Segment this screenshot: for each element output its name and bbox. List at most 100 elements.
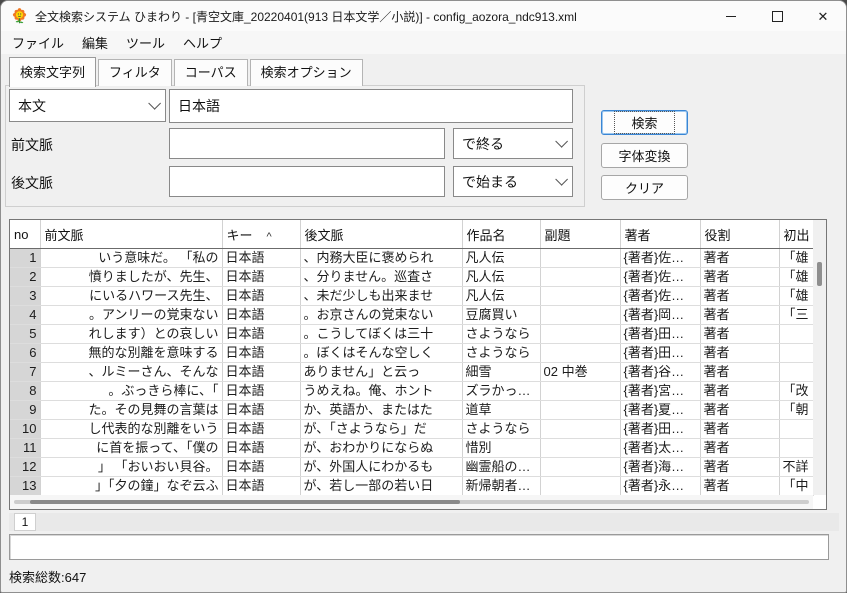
col-header-work-title[interactable]: 作品名 — [462, 220, 540, 249]
col-header-no[interactable]: no — [10, 220, 40, 249]
table-cell[interactable]: 凡人伝 — [462, 268, 540, 287]
table-cell[interactable] — [540, 401, 620, 420]
next-context-mode-select[interactable]: で始まる — [453, 166, 573, 197]
row-number-cell[interactable]: 3 — [10, 287, 40, 306]
table-cell[interactable] — [540, 306, 620, 325]
col-header-key[interactable]: キー^ — [222, 220, 300, 249]
table-cell[interactable]: 著者 — [700, 439, 779, 458]
table-cell[interactable]: {著者}谷… — [620, 363, 700, 382]
table-cell[interactable]: {著者}田… — [620, 420, 700, 439]
table-cell[interactable]: さようなら — [462, 420, 540, 439]
glyph-convert-button[interactable]: 字体変換 — [601, 143, 688, 168]
table-cell[interactable] — [540, 458, 620, 477]
table-cell[interactable]: 憤りましたが、先生、 — [40, 268, 222, 287]
table-cell[interactable]: {著者}太… — [620, 439, 700, 458]
tab-search-options[interactable]: 検索オプション — [250, 59, 363, 86]
close-button[interactable]: ✕ — [800, 1, 846, 31]
table-cell[interactable]: が、若し一部の若い日 — [300, 477, 462, 496]
horizontal-scrollbar[interactable] — [10, 495, 813, 509]
table-cell[interactable] — [540, 344, 620, 363]
row-number-cell[interactable]: 4 — [10, 306, 40, 325]
row-number-cell[interactable]: 2 — [10, 268, 40, 287]
table-cell[interactable]: 日本語 — [222, 420, 300, 439]
table-cell[interactable]: 著者 — [700, 306, 779, 325]
table-cell[interactable]: 細雪 — [462, 363, 540, 382]
table-cell[interactable]: が、おわかりにならぬ — [300, 439, 462, 458]
table-cell[interactable]: 日本語 — [222, 477, 300, 496]
table-cell[interactable]: 、分りません。巡査さ — [300, 268, 462, 287]
menu-file[interactable]: ファイル — [3, 31, 73, 54]
table-cell[interactable]: 著者 — [700, 458, 779, 477]
row-number-cell[interactable]: 5 — [10, 325, 40, 344]
table-cell[interactable]: さようなら — [462, 325, 540, 344]
table-row[interactable]: 1いう意味だ。 「私の日本語、内務大臣に褒められ凡人伝{著者}佐…著者「雄 — [10, 249, 814, 268]
table-cell[interactable] — [540, 287, 620, 306]
table-cell[interactable]: 「雄 — [779, 268, 814, 287]
row-number-cell[interactable]: 6 — [10, 344, 40, 363]
table-cell[interactable]: 日本語 — [222, 363, 300, 382]
table-cell[interactable]: 02 中巻 — [540, 363, 620, 382]
prev-context-input[interactable] — [169, 128, 445, 159]
tab-corpus[interactable]: コーパス — [174, 59, 248, 86]
table-row[interactable]: 5れします）との哀しい日本語。こうしてぼくは三十さようなら{著者}田…著者 — [10, 325, 814, 344]
table-cell[interactable]: 著者 — [700, 249, 779, 268]
next-context-input[interactable] — [169, 166, 445, 197]
table-cell[interactable] — [779, 363, 814, 382]
vertical-scrollbar[interactable] — [813, 220, 826, 495]
table-cell[interactable]: 日本語 — [222, 287, 300, 306]
result-page-tab-1[interactable]: 1 — [14, 513, 36, 531]
table-cell[interactable]: {著者}海… — [620, 458, 700, 477]
table-cell[interactable]: {著者}夏… — [620, 401, 700, 420]
table-cell[interactable]: 。お京さんの覚束ない — [300, 306, 462, 325]
table-cell[interactable]: 」「夕の鐘」なぞ云ふ — [40, 477, 222, 496]
table-cell[interactable]: 著者 — [700, 363, 779, 382]
table-cell[interactable]: か、英語か、またはた — [300, 401, 462, 420]
clear-button[interactable]: クリア — [601, 175, 688, 200]
table-cell[interactable] — [779, 344, 814, 363]
col-header-next-context[interactable]: 後文脈 — [300, 220, 462, 249]
table-cell[interactable]: 日本語 — [222, 268, 300, 287]
table-cell[interactable]: {著者}佐… — [620, 249, 700, 268]
table-cell[interactable]: {著者}岡… — [620, 306, 700, 325]
table-cell[interactable]: 」 「おいおい貝谷。 — [40, 458, 222, 477]
table-cell[interactable]: が、外国人にわかるも — [300, 458, 462, 477]
table-cell[interactable]: 惜別 — [462, 439, 540, 458]
table-cell[interactable]: 「中 — [779, 477, 814, 496]
menu-edit[interactable]: 編集 — [73, 31, 117, 54]
table-cell[interactable]: 著者 — [700, 344, 779, 363]
table-cell[interactable]: 著者 — [700, 325, 779, 344]
table-cell[interactable]: が、「さようなら」だ — [300, 420, 462, 439]
row-number-cell[interactable]: 7 — [10, 363, 40, 382]
table-cell[interactable]: 豆腐買い — [462, 306, 540, 325]
tab-filter[interactable]: フィルタ — [98, 59, 172, 86]
table-cell[interactable]: 、未だ少しも出来ませ — [300, 287, 462, 306]
table-cell[interactable]: 日本語 — [222, 439, 300, 458]
table-cell[interactable]: 日本語 — [222, 401, 300, 420]
col-header-prev-context[interactable]: 前文脈 — [40, 220, 222, 249]
table-cell[interactable]: 凡人伝 — [462, 287, 540, 306]
table-cell[interactable]: いう意味だ。 「私の — [40, 249, 222, 268]
table-cell[interactable]: {著者}田… — [620, 325, 700, 344]
table-cell[interactable]: にいるハワース先生、 — [40, 287, 222, 306]
minimize-button[interactable] — [708, 1, 754, 31]
table-cell[interactable]: し代表的な別離をいう — [40, 420, 222, 439]
table-cell[interactable]: 凡人伝 — [462, 249, 540, 268]
table-cell[interactable] — [540, 420, 620, 439]
tab-search-string[interactable]: 検索文字列 — [9, 57, 96, 87]
table-cell[interactable]: 「雄 — [779, 249, 814, 268]
table-cell[interactable]: 日本語 — [222, 249, 300, 268]
table-cell[interactable] — [779, 325, 814, 344]
row-number-cell[interactable]: 1 — [10, 249, 40, 268]
table-cell[interactable]: れします）との哀しい — [40, 325, 222, 344]
table-cell[interactable]: 著者 — [700, 268, 779, 287]
row-number-cell[interactable]: 13 — [10, 477, 40, 496]
table-cell[interactable]: 。ぼくはそんな空しく — [300, 344, 462, 363]
table-cell[interactable] — [540, 249, 620, 268]
table-cell[interactable] — [779, 439, 814, 458]
table-cell[interactable]: 。こうしてぼくは三十 — [300, 325, 462, 344]
table-cell[interactable]: ズラかっ… — [462, 382, 540, 401]
row-number-cell[interactable]: 11 — [10, 439, 40, 458]
table-cell[interactable]: {著者}佐… — [620, 287, 700, 306]
menu-help[interactable]: ヘルプ — [174, 31, 231, 54]
search-target-select[interactable]: 本文 — [9, 89, 166, 122]
